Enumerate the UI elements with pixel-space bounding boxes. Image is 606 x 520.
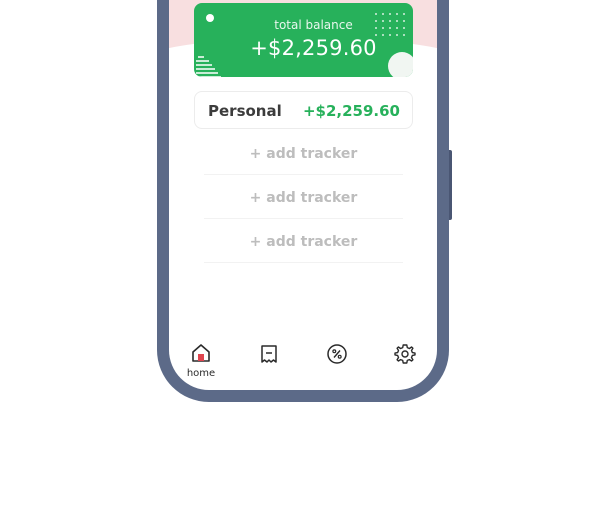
total-balance-label: total balance (274, 18, 353, 32)
total-balance-card[interactable]: total balance +$2,259.60 (194, 3, 413, 77)
nav-percent[interactable] (317, 343, 357, 369)
phone-side-button (449, 150, 452, 220)
nav-home[interactable]: home (181, 343, 221, 379)
add-tracker-button[interactable]: + add tracker (204, 178, 403, 219)
nav-settings[interactable] (385, 343, 425, 369)
tracker-personal[interactable]: Personal +$2,259.60 (194, 91, 413, 129)
home-icon (192, 344, 210, 362)
app-screen: total balance +$2,259.60 Personal +$2,25… (169, 0, 437, 390)
receipt-icon (261, 345, 277, 363)
add-tracker-button[interactable]: + add tracker (204, 134, 403, 175)
tracker-name: Personal (208, 102, 282, 120)
add-tracker-button[interactable]: + add tracker (204, 222, 403, 263)
gear-icon (394, 344, 416, 364)
bottom-nav: home (169, 343, 437, 383)
tracker-amount: +$2,259.60 (302, 102, 400, 120)
nav-home-label: home (186, 368, 216, 379)
percent-icon (327, 344, 347, 364)
total-balance-amount: +$2,259.60 (250, 36, 377, 60)
nav-receipts[interactable] (249, 343, 289, 369)
